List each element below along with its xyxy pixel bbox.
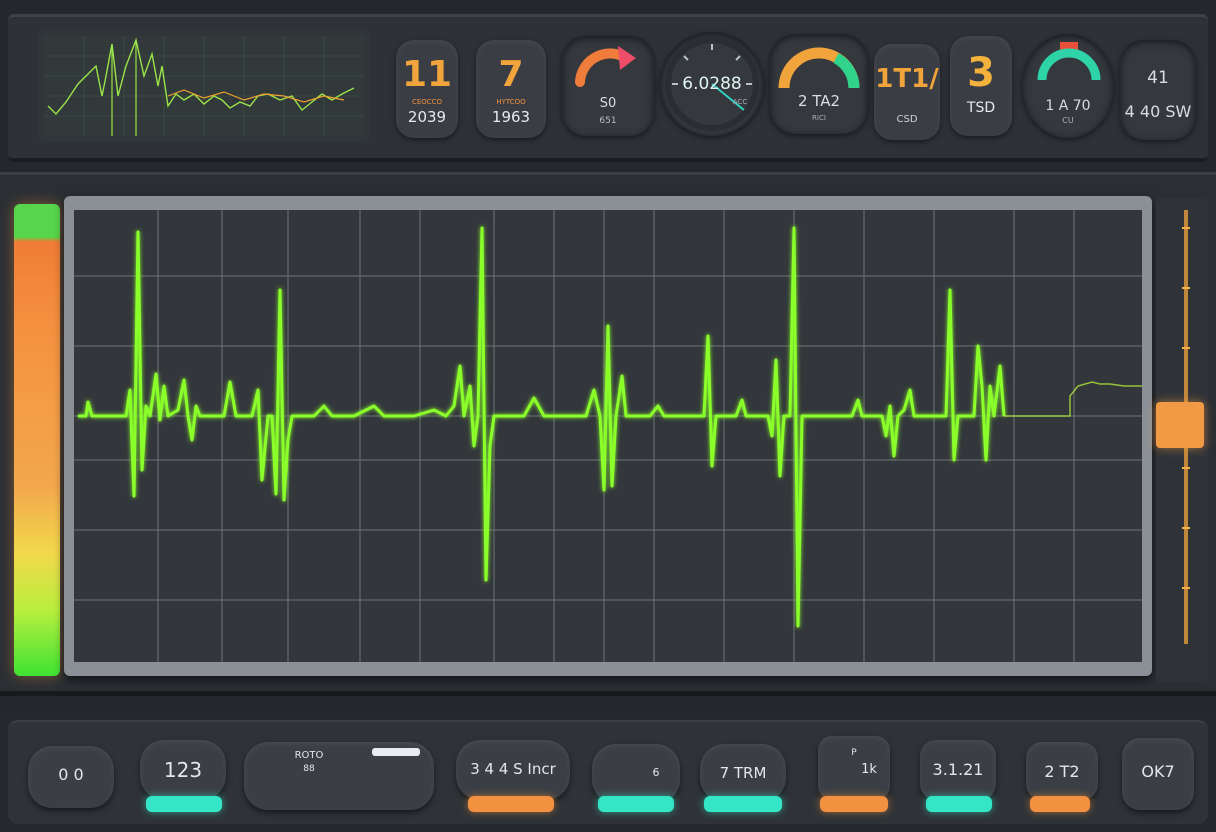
control-5-label: 6: [652, 766, 660, 779]
gauge-f-unit: CU: [1062, 116, 1074, 125]
oscilloscope-screen: [64, 196, 1152, 676]
gauge-dial-b[interactable]: 6.0288 ACC: [660, 32, 764, 136]
control-button-8[interactable]: 3.1.21: [920, 740, 996, 800]
readout-1-sub: CEOCCO: [411, 98, 443, 106]
indicator-2: [146, 796, 222, 812]
gauge-arrow-unit: 651: [599, 116, 617, 126]
control-7-label: 1k: [861, 762, 877, 777]
control-button-1[interactable]: 0 0: [28, 746, 114, 808]
gauge-arc-f[interactable]: 1 A 70 CU: [1022, 34, 1114, 138]
readout-d-value: 1T1/: [875, 64, 939, 94]
control-button-5[interactable]: 6: [592, 744, 680, 804]
readout-2-value: 7: [498, 54, 524, 95]
readout-g-unit: 4 40 SW: [1124, 102, 1192, 121]
indicator-5: [598, 796, 674, 812]
gauge-c-value: 2 TA2: [797, 92, 841, 110]
readout-2-sub: HYTCOO: [496, 98, 526, 106]
gauge-c-unit: RICI: [812, 114, 826, 122]
mini-waveform-display: [38, 28, 370, 142]
gauge-f-value: 1 A 70: [1045, 98, 1091, 114]
control-7-sub: P: [851, 748, 857, 758]
readout-tile-g[interactable]: 41 4 40 SW: [1120, 40, 1196, 140]
readout-d-unit: CSD: [896, 114, 918, 125]
control-1-label: 0 0: [58, 765, 84, 784]
readout-tile-1[interactable]: 11 CEOCCO 2039: [396, 40, 458, 138]
control-button-9[interactable]: 2 T2: [1026, 742, 1098, 800]
ecg-waveform: [74, 210, 1142, 662]
gauge-arrow-label: S0: [599, 96, 617, 111]
readout-1-value: 11: [401, 54, 453, 95]
readout-2-unit: 1963: [491, 108, 531, 126]
readout-tile-d[interactable]: 1T1/ CSD: [874, 44, 940, 140]
control-10-label: OK7: [1141, 762, 1175, 781]
level-meter: [14, 204, 60, 676]
control-button-4[interactable]: 3 4 4 S Incr: [456, 740, 570, 800]
gauge-arrow[interactable]: S0 651: [562, 36, 654, 136]
control-button-7[interactable]: P 1k: [818, 736, 890, 800]
control-button-3[interactable]: ROTO 88: [244, 742, 434, 810]
readout-e-unit: TSD: [966, 100, 996, 116]
indicator-8: [926, 796, 992, 812]
indicator-4: [468, 796, 554, 812]
indicator-6: [704, 796, 782, 812]
control-4-label: 3 4 4 S Incr: [470, 760, 556, 778]
indicator-7: [820, 796, 888, 812]
readout-e-value: 3: [967, 50, 995, 96]
readout-tile-2[interactable]: 7 HYTCOO 1963: [476, 40, 546, 138]
fader-knob[interactable]: [1156, 402, 1204, 448]
slider-handle[interactable]: [372, 748, 420, 756]
control-6-label: 7 TRM: [719, 764, 767, 782]
gauge-arc-c[interactable]: 2 TA2 RICI: [770, 34, 868, 134]
control-9-label: 2 T2: [1044, 762, 1080, 781]
control-8-label: 3.1.21: [932, 760, 984, 779]
control-button-10[interactable]: OK7: [1122, 738, 1194, 810]
readout-1-unit: 2039: [407, 108, 447, 126]
readout-g-value: 41: [1147, 68, 1169, 88]
gauge-b-value: 6.0288: [682, 74, 742, 94]
indicator-9: [1030, 796, 1090, 812]
control-button-6[interactable]: 7 TRM: [700, 744, 786, 802]
readout-tile-e[interactable]: 3 TSD: [950, 36, 1012, 136]
control-3-sub: 88: [303, 764, 315, 774]
